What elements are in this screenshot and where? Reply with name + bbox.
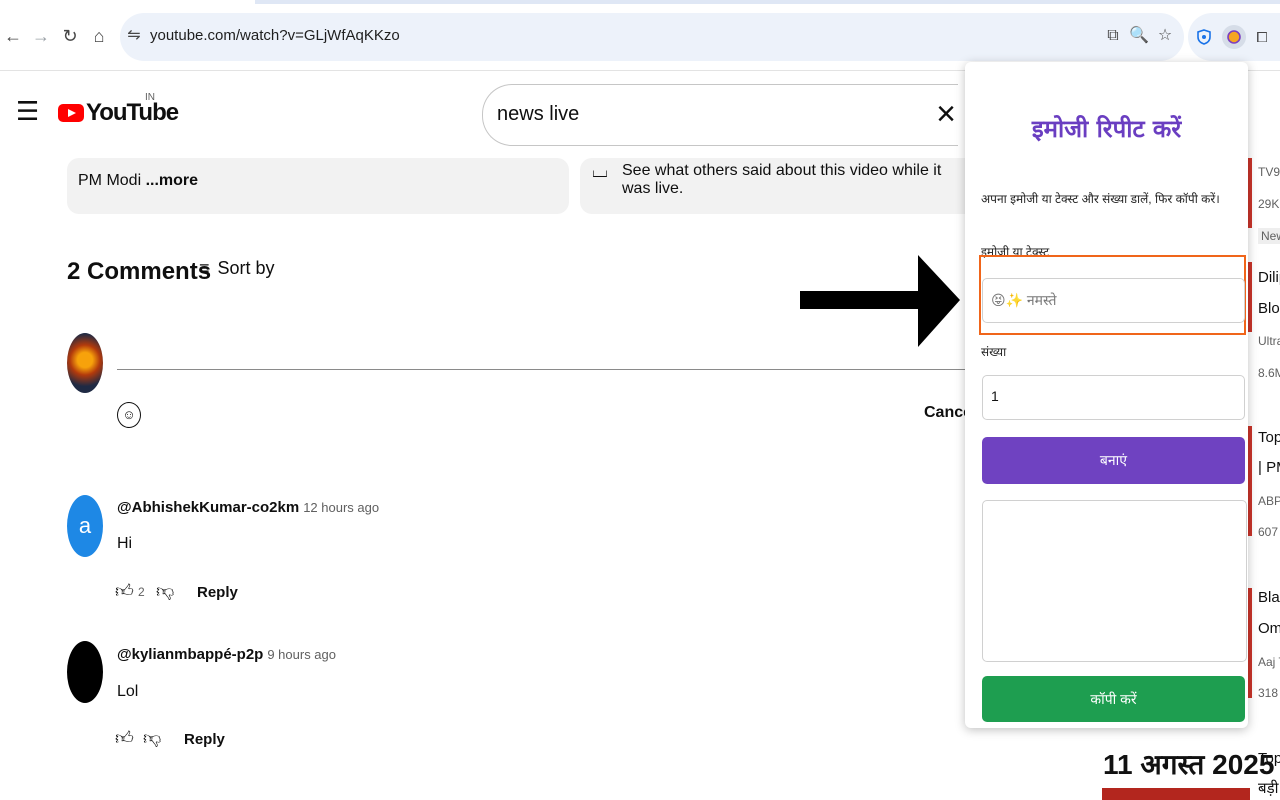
rec-title[interactable]: Blac bbox=[1258, 589, 1280, 606]
live-chat-replay-card[interactable]: ⌴ See what others said about this video … bbox=[580, 158, 965, 214]
rec-title[interactable]: Dilip bbox=[1258, 269, 1280, 286]
emoji-picker-icon[interactable]: ☺ bbox=[117, 402, 141, 428]
popup-title: इमोजी रिपीट करें bbox=[1031, 114, 1182, 143]
comment-author[interactable]: @kylianmbappé-p2p bbox=[117, 646, 263, 663]
like-icon[interactable]: 👍︎ bbox=[115, 580, 134, 602]
browser-toolbar: ← → ↻ ⌂ ⇋ youtube.com/watch?v=GLjWfAqKKz… bbox=[0, 4, 1280, 71]
search-box[interactable]: news live × bbox=[482, 84, 958, 146]
clear-search-icon[interactable]: × bbox=[936, 97, 956, 131]
country-code: IN bbox=[145, 92, 155, 103]
rec-title[interactable]: Bloc bbox=[1258, 300, 1280, 317]
rec-channel[interactable]: Ultra bbox=[1258, 334, 1280, 348]
rec-views: 29K bbox=[1258, 197, 1280, 211]
comment-author[interactable]: @AbhishekKumar-co2km bbox=[117, 499, 299, 516]
comment-avatar[interactable]: a bbox=[67, 495, 103, 557]
add-comment-input[interactable] bbox=[117, 369, 965, 370]
address-bar[interactable]: ⇋ youtube.com/watch?v=GLjWfAqKKzo ⧉ 🔍 ☆ bbox=[120, 13, 1184, 61]
count-label: संख्या bbox=[981, 345, 1007, 359]
thumbnail-strip[interactable] bbox=[1102, 788, 1250, 800]
rec-channel[interactable]: ABP bbox=[1258, 494, 1280, 508]
rec-title[interactable]: Top bbox=[1258, 429, 1280, 446]
forward-icon[interactable]: → bbox=[29, 24, 53, 48]
comment-header: @kylianmbappé-p2p 9 hours ago bbox=[117, 646, 336, 664]
count-input[interactable]: 1 bbox=[982, 375, 1245, 420]
rec-views: 318 bbox=[1258, 686, 1279, 700]
rec-channel[interactable]: TV9 bbox=[1258, 165, 1280, 179]
user-avatar bbox=[67, 333, 103, 393]
comment-avatar[interactable] bbox=[67, 641, 103, 703]
emoji-text-input[interactable]: 😝✨ नमस्ते bbox=[982, 278, 1245, 323]
comment-header: @AbhishekKumar-co2km 12 hours ago bbox=[117, 499, 379, 517]
home-icon[interactable]: ⌂ bbox=[87, 24, 111, 48]
emoji-repeat-popup: इमोजी रिपीट करें अपना इमोजी या टेक्स्ट औ… bbox=[965, 62, 1248, 728]
pointer-arrow-icon bbox=[800, 255, 960, 347]
install-app-icon[interactable]: ⧉ bbox=[1102, 25, 1124, 47]
reply-button[interactable]: Reply bbox=[197, 584, 238, 601]
copy-button[interactable]: कॉपी करें bbox=[982, 676, 1245, 722]
dislike-icon[interactable]: 👎︎ bbox=[143, 727, 161, 749]
thumbnail-date-text[interactable]: 11 अगस्त 2025 bbox=[1103, 745, 1274, 783]
comment-time[interactable]: 9 hours ago bbox=[267, 647, 336, 662]
menu-icon[interactable]: ☰ bbox=[16, 98, 39, 124]
rec-views: 8.6M bbox=[1258, 366, 1280, 380]
live-chat-text: See what others said about this video wh… bbox=[622, 162, 942, 197]
description-card[interactable]: PM Modi ...more bbox=[67, 158, 569, 214]
back-icon[interactable]: ← bbox=[1, 24, 25, 48]
youtube-play-icon bbox=[58, 104, 84, 122]
reload-icon[interactable]: ↻ bbox=[58, 24, 82, 48]
like-count: 2 bbox=[138, 585, 145, 599]
rec-views: 607 bbox=[1258, 525, 1279, 539]
comment-text: Lol bbox=[117, 683, 139, 700]
sort-icon: ≡ bbox=[199, 258, 210, 278]
comment-time[interactable]: 12 hours ago bbox=[303, 500, 379, 515]
output-textarea[interactable] bbox=[982, 500, 1247, 662]
site-info-icon[interactable]: ⇋ bbox=[123, 25, 145, 47]
rec-channel[interactable]: Aaj T bbox=[1258, 655, 1280, 669]
dislike-icon[interactable]: 👎︎ bbox=[156, 580, 174, 602]
youtube-logo[interactable]: YouTube bbox=[58, 99, 179, 127]
like-icon[interactable]: 👍︎ bbox=[115, 727, 134, 749]
sort-by-button[interactable]: ≡ Sort by bbox=[199, 258, 275, 279]
extensions-puzzle-icon[interactable]: ⧠ bbox=[1250, 25, 1274, 49]
description-snippet: PM Modi bbox=[78, 172, 142, 189]
rec-title[interactable]: | PM bbox=[1258, 459, 1280, 476]
emoji-extension-icon[interactable] bbox=[1222, 25, 1246, 49]
comments-count: 2 Comments bbox=[67, 258, 212, 285]
more-link[interactable]: ...more bbox=[146, 172, 198, 189]
reply-button[interactable]: Reply bbox=[184, 731, 225, 748]
make-button[interactable]: बनाएं bbox=[982, 437, 1245, 484]
url-text[interactable]: youtube.com/watch?v=GLjWfAqKKzo bbox=[150, 27, 400, 44]
bookmark-star-icon[interactable]: ☆ bbox=[1154, 25, 1176, 47]
chat-replay-icon: ⌴ bbox=[592, 160, 608, 182]
zoom-icon[interactable]: 🔍 bbox=[1128, 25, 1150, 47]
shield-extension-icon[interactable] bbox=[1192, 25, 1216, 49]
popup-description: अपना इमोजी या टेक्स्ट और संख्या डालें, फ… bbox=[981, 192, 1220, 206]
search-input[interactable]: news live bbox=[497, 103, 579, 126]
comment-text: Hi bbox=[117, 535, 133, 552]
extensions-area: ⧠ bbox=[1188, 13, 1280, 61]
rec-title[interactable]: Om bbox=[1258, 620, 1280, 637]
new-badge: New bbox=[1258, 228, 1280, 244]
